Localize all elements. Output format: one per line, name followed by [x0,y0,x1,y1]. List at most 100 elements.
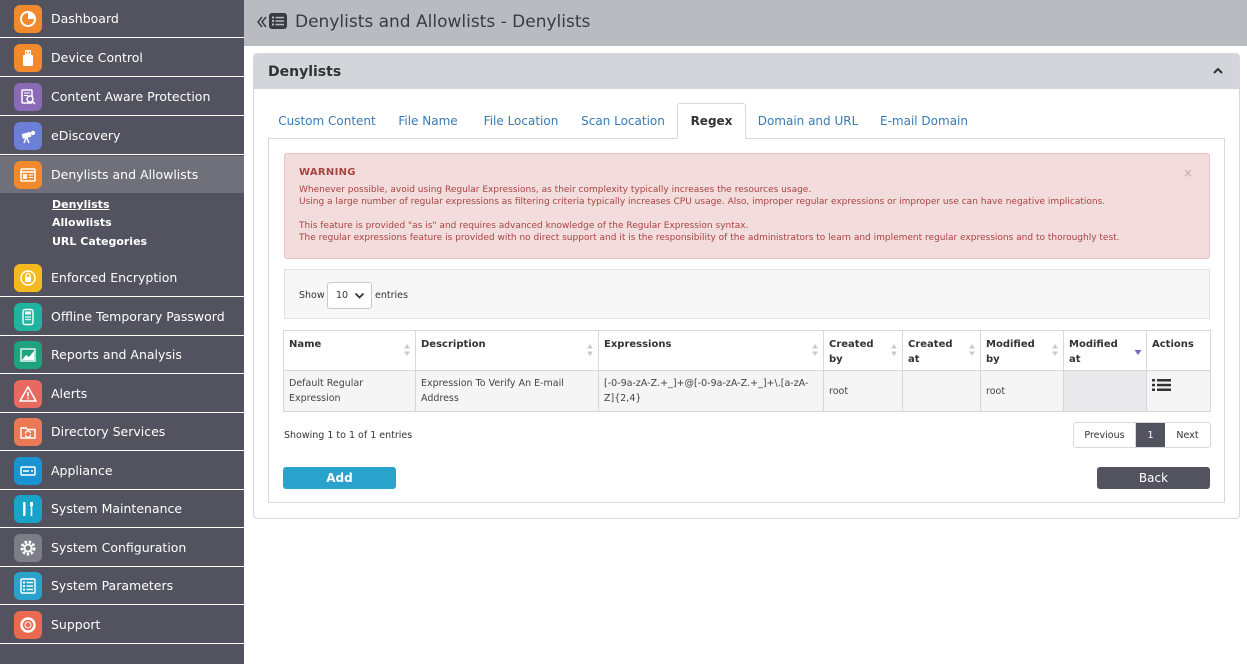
warning-text: This feature is provided "as is" and req… [299,221,749,231]
sidebar-item-label: eDiscovery [51,128,121,143]
warning-text: Whenever possible, avoid using Regular E… [299,185,812,195]
sidebar-item-alerts[interactable]: Alerts [0,375,244,413]
double-chevron-left-icon [257,14,267,33]
sort-icon [968,343,976,362]
warning-alert: WARNING Whenever possible, avoid using R… [284,153,1210,259]
sidebar-item-label: Support [51,617,101,632]
sidebar-item-content-aware-protection[interactable]: Content Aware Protection [0,78,244,116]
pagination-next-button[interactable]: Next [1165,423,1210,447]
subnav-item-allowlists[interactable]: Allowlists [52,216,112,229]
sidebar-item-directory-services[interactable]: Directory Services [0,413,244,451]
column-header-expressions[interactable]: Expressions [598,330,824,371]
sidebar-item-label: System Configuration [51,540,187,555]
panel-title: Denylists [268,64,342,80]
sidebar-item-label: Content Aware Protection [51,89,211,104]
menu-list-icon [268,12,288,34]
pagination-previous-button[interactable]: Previous [1074,423,1136,447]
top-bar: Denylists and Allowlists - Denylists [244,0,1247,46]
table-length-control: Show 10 entries [284,269,1210,319]
sidebar-item-label: System Maintenance [51,501,183,516]
sidebar: Dashboard Device Control Content Aware P… [0,0,244,664]
sidebar-item-reports-and-analysis[interactable]: Reports and Analysis [0,336,244,374]
warning-icon [14,379,42,408]
back-button[interactable]: Back [1097,467,1210,489]
usb-icon [14,43,42,72]
sidebar-item-dashboard[interactable]: Dashboard [0,0,244,38]
collapse-sidebar-button[interactable] [257,12,289,34]
document-search-icon [14,82,42,111]
column-header-created-by[interactable]: Created by [823,330,903,371]
sidebar-item-appliance[interactable]: Appliance [0,452,244,490]
tab-regex[interactable]: Regex [677,103,746,139]
subnav-item-url-categories[interactable]: URL Categories [52,235,147,248]
column-label: Expressions [604,339,672,350]
column-label: Created at [908,339,953,365]
panel-header[interactable]: Denylists [254,54,1239,89]
list-window-icon [14,160,42,189]
sort-icon [890,343,898,362]
keypad-icon [14,302,42,331]
entries-label: entries [375,290,408,301]
column-header-modified-at[interactable]: Modified at [1063,330,1147,371]
column-label: Modified at [1069,339,1118,365]
cell-created-at [902,370,981,412]
column-header-name[interactable]: Name [283,330,416,371]
sidebar-item-label: Directory Services [51,424,166,439]
tools-icon [14,494,42,523]
cell-modified-by: root [980,370,1064,412]
column-header-modified-by[interactable]: Modified by [980,330,1064,371]
cell-created-by: root [823,370,903,412]
column-label: Created by [829,339,874,365]
sidebar-item-label: Device Control [51,50,143,65]
column-label: Modified by [986,339,1035,365]
sidebar-item-system-configuration[interactable]: System Configuration [0,529,244,567]
column-label: Name [289,339,322,350]
tab-scan-location[interactable]: Scan Location [576,103,670,139]
telescope-icon [14,121,42,150]
warning-text: The regular expressions feature is provi… [299,233,1120,243]
sidebar-item-offline-temporary-password[interactable]: Offline Temporary Password [0,298,244,336]
column-label: Actions [1152,339,1194,350]
cell-modified-at [1063,370,1147,412]
show-label: Show [299,290,325,301]
sidebar-item-label: Reports and Analysis [51,347,182,362]
entries-per-page-select[interactable]: 10 [327,282,372,309]
chart-icon [14,340,42,369]
tab-file-location[interactable]: File Location [478,103,564,139]
gear-icon [14,533,42,562]
sidebar-item-device-control[interactable]: Device Control [0,39,244,77]
tab-file-name[interactable]: File Name [390,103,466,139]
chevron-up-icon[interactable] [1211,63,1225,77]
sort-desc-icon [1134,343,1142,362]
warning-text: Using a large number of regular expressi… [299,197,1106,207]
tab-domain-and-url[interactable]: Domain and URL [753,103,863,139]
column-header-description[interactable]: Description [415,330,599,371]
add-button[interactable]: Add [283,467,396,489]
sort-icon [811,343,819,362]
regex-table: Name Description Expressions Created by … [283,330,1211,412]
subnav-item-denylists[interactable]: Denylists [52,198,110,211]
sidebar-item-ediscovery[interactable]: eDiscovery [0,117,244,155]
cell-actions [1146,370,1211,412]
lifebuoy-icon [14,610,42,639]
sidebar-item-system-parameters[interactable]: System Parameters [0,567,244,605]
dashboard-icon [14,4,42,33]
pagination-page-1[interactable]: 1 [1136,423,1165,447]
pagination: Previous 1 Next [1073,422,1211,448]
server-icon [14,456,42,485]
actions-menu-icon[interactable] [1152,378,1172,397]
column-header-created-at[interactable]: Created at [902,330,981,371]
cell-expressions: [-0-9a-zA-Z.+_]+@[-0-9a-zA-Z.+_]+\.[a-zA… [598,370,824,412]
tab-custom-content[interactable]: Custom Content [272,103,382,139]
sidebar-item-system-maintenance[interactable]: System Maintenance [0,490,244,528]
list-icon [14,571,42,600]
lock-icon [14,263,42,292]
sidebar-item-denylists-and-allowlists[interactable]: Denylists and Allowlists [0,156,244,194]
sidebar-item-enforced-encryption[interactable]: Enforced Encryption [0,259,244,297]
sidebar-item-support[interactable]: Support [0,606,244,644]
sidebar-item-label: Dashboard [51,11,119,26]
close-icon[interactable]: × [1183,166,1193,180]
sort-icon [586,343,594,362]
warning-title: WARNING [299,167,356,178]
tab-email-domain[interactable]: E-mail Domain [875,103,973,139]
